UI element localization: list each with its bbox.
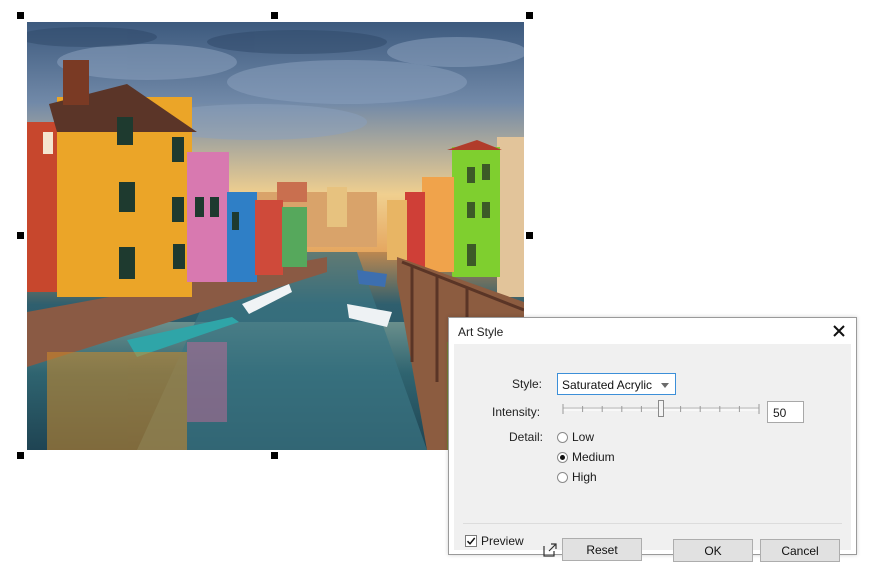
dialog-titlebar[interactable]: Art Style <box>449 318 856 344</box>
external-link-icon <box>543 543 557 557</box>
detail-radio-low[interactable]: Low <box>557 429 594 445</box>
preview-checkbox-row[interactable]: Preview <box>465 534 524 548</box>
resize-handle-bottom-left[interactable] <box>17 452 24 459</box>
intensity-input-value: 50 <box>773 406 787 420</box>
detail-option-low-label: Low <box>572 430 595 444</box>
cancel-button[interactable]: Cancel <box>760 539 840 562</box>
preview-label: Preview <box>481 534 524 548</box>
resize-handle-bottom[interactable] <box>271 452 278 459</box>
ok-button-label: OK <box>704 543 722 558</box>
chevron-down-icon <box>661 383 669 388</box>
checkmark-icon <box>466 537 476 545</box>
resize-handle-right[interactable] <box>526 232 533 239</box>
resize-handle-top-right[interactable] <box>526 12 533 19</box>
detail-radio-high[interactable]: High <box>557 469 597 485</box>
dialog-title: Art Style <box>458 325 504 339</box>
detail-label: Detail: <box>509 430 544 444</box>
radio-button-medium[interactable] <box>557 451 568 463</box>
close-icon <box>833 325 845 337</box>
popout-button[interactable] <box>542 542 558 558</box>
radio-button-high[interactable] <box>557 471 568 483</box>
dialog-body: Style: Saturated Acrylic Intensity: 50 D… <box>454 344 851 562</box>
intensity-slider[interactable] <box>561 399 761 423</box>
style-dropdown-value: Saturated Acrylic <box>562 378 653 392</box>
resize-handle-top-left[interactable] <box>17 12 24 19</box>
intensity-slider-thumb[interactable] <box>658 400 664 417</box>
resize-handle-left[interactable] <box>17 232 24 239</box>
cancel-button-label: Cancel <box>781 543 819 558</box>
preview-checkbox[interactable] <box>465 535 477 547</box>
detail-radio-medium[interactable]: Medium <box>557 449 615 465</box>
reset-button-label: Reset <box>586 542 618 557</box>
divider <box>463 523 842 524</box>
close-button[interactable] <box>828 320 850 342</box>
detail-option-medium-label: Medium <box>572 450 615 464</box>
ok-button[interactable]: OK <box>673 539 753 562</box>
detail-option-high-label: High <box>572 470 597 484</box>
style-label: Style: <box>512 377 543 391</box>
intensity-label: Intensity: <box>492 405 541 419</box>
resize-handle-top[interactable] <box>271 12 278 19</box>
intensity-input[interactable]: 50 <box>767 401 804 423</box>
art-style-dialog: Art Style Style: Saturated Acrylic Inten… <box>448 317 857 562</box>
reset-button[interactable]: Reset <box>562 538 642 561</box>
style-dropdown[interactable]: Saturated Acrylic <box>557 373 676 395</box>
radio-button-low[interactable] <box>557 431 568 443</box>
